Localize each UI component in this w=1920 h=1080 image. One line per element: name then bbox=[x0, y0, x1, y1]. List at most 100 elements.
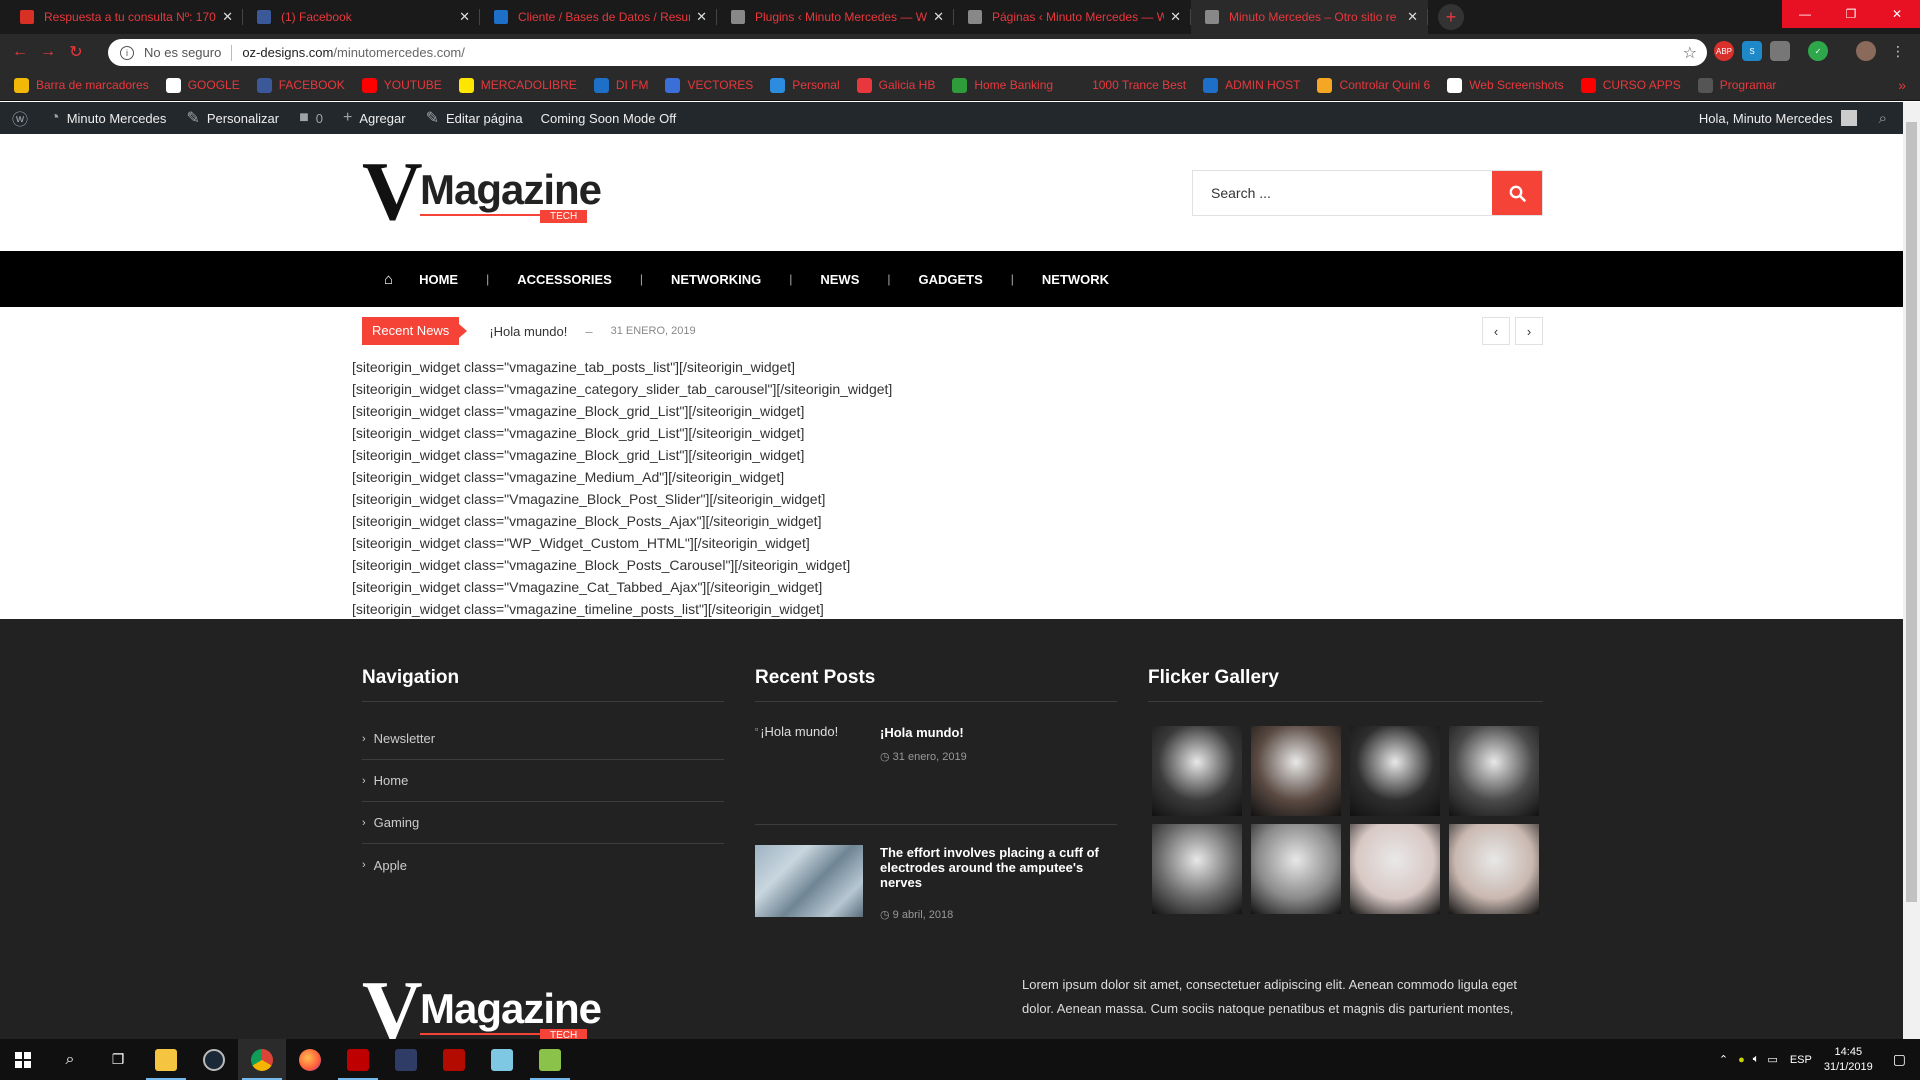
footer-nav-item[interactable]: › Apple bbox=[362, 844, 724, 886]
browser-tab[interactable]: (1) Facebook ✕ bbox=[243, 0, 480, 34]
bookmark-item[interactable]: Programar bbox=[1697, 77, 1776, 93]
gallery-thumbnail[interactable] bbox=[1350, 824, 1440, 914]
post-title[interactable]: ¡Hola mundo! bbox=[880, 722, 967, 740]
bookmark-item[interactable]: Controlar Quini 6 bbox=[1317, 77, 1430, 93]
extension-icon[interactable] bbox=[1770, 41, 1790, 61]
browser-tab[interactable]: Respuesta a tu consulta Nº: 1700 ✕ bbox=[6, 0, 243, 34]
gallery-thumbnail[interactable] bbox=[1152, 824, 1242, 914]
post-thumbnail[interactable] bbox=[755, 845, 863, 917]
browser-tab[interactable]: Minuto Mercedes – Otro sitio re ✕ bbox=[1191, 0, 1428, 34]
search-icon[interactable]: ⌕ bbox=[46, 1039, 94, 1080]
chrome-icon[interactable] bbox=[238, 1039, 286, 1080]
reload-icon[interactable]: ↻ bbox=[62, 42, 90, 62]
wp-coming-soon[interactable]: Coming Soon Mode Off bbox=[541, 111, 677, 126]
wp-edit-page[interactable]: ✎ Editar página bbox=[426, 108, 523, 128]
post-title[interactable]: The effort involves placing a cuff of el… bbox=[880, 845, 1117, 890]
nav-item-accessories[interactable]: ACCESSORIES bbox=[517, 272, 612, 287]
check-extension-icon[interactable]: ✓ bbox=[1808, 41, 1828, 61]
close-tab-icon[interactable]: ✕ bbox=[1170, 9, 1181, 25]
back-icon[interactable]: ← bbox=[6, 43, 34, 61]
bookmark-item[interactable]: FACEBOOK bbox=[256, 77, 345, 93]
language-indicator[interactable]: ESP bbox=[1790, 1054, 1812, 1066]
gallery-thumbnail[interactable] bbox=[1449, 824, 1539, 914]
home-icon[interactable]: ⌂ bbox=[384, 271, 393, 288]
page-scrollbar[interactable] bbox=[1903, 102, 1920, 1039]
bookmark-item[interactable]: 1000 Trance Best bbox=[1070, 77, 1186, 93]
notifications-icon[interactable]: ▢ bbox=[1893, 1051, 1906, 1068]
bookmark-item[interactable]: YOUTUBE bbox=[361, 77, 442, 93]
bookmark-item[interactable]: MERCADOLIBRE bbox=[458, 77, 577, 93]
post-thumbnail[interactable]: ▫ ¡Hola mundo! bbox=[755, 722, 863, 794]
clock[interactable]: 14:45 31/1/2019 bbox=[1824, 1045, 1873, 1075]
gallery-thumbnail[interactable] bbox=[1251, 824, 1341, 914]
bookmark-item[interactable]: Personal bbox=[770, 77, 840, 93]
nav-item-home[interactable]: HOME bbox=[419, 272, 458, 287]
network-icon[interactable]: ▭ bbox=[1767, 1053, 1777, 1066]
info-icon[interactable]: i bbox=[120, 45, 134, 60]
restore-button[interactable]: ❐ bbox=[1828, 0, 1874, 28]
notes-icon[interactable] bbox=[478, 1039, 526, 1080]
new-tab-button[interactable]: + bbox=[1438, 4, 1464, 30]
bookmark-item[interactable]: GOOGLE bbox=[165, 77, 240, 93]
bookmark-item[interactable]: Web Screenshots bbox=[1447, 77, 1564, 93]
wp-site-name[interactable]: ◔ Minuto Mercedes bbox=[50, 109, 166, 127]
close-tab-icon[interactable]: ✕ bbox=[222, 9, 233, 25]
footer-nav-item[interactable]: › Gaming bbox=[362, 802, 724, 844]
nav-item-gadgets[interactable]: GADGETS bbox=[918, 272, 982, 287]
browser-tab[interactable]: Páginas ‹ Minuto Mercedes — W ✕ bbox=[954, 0, 1191, 34]
bookmark-item[interactable]: Barra de marcadores bbox=[14, 77, 149, 93]
bookmark-star-icon[interactable]: ☆ bbox=[1683, 43, 1697, 63]
browser-tab[interactable]: Plugins ‹ Minuto Mercedes — W ✕ bbox=[717, 0, 954, 34]
chevron-left-icon[interactable]: ‹ bbox=[1482, 317, 1510, 345]
ticker-headline[interactable]: ¡Hola mundo! bbox=[489, 324, 567, 339]
pdf-icon[interactable] bbox=[430, 1039, 478, 1080]
gallery-thumbnail[interactable] bbox=[1152, 726, 1242, 816]
gallery-thumbnail[interactable] bbox=[1350, 726, 1440, 816]
gallery-thumbnail[interactable] bbox=[1251, 726, 1341, 816]
close-tab-icon[interactable]: ✕ bbox=[933, 9, 944, 25]
tray-app-icon[interactable]: ● bbox=[1738, 1054, 1745, 1066]
speaker-icon[interactable]: 🔈︎ bbox=[1753, 1053, 1760, 1066]
wp-add-new[interactable]: + Agregar bbox=[343, 109, 406, 127]
gallery-thumbnail[interactable] bbox=[1449, 726, 1539, 816]
bookmark-item[interactable]: Home Banking bbox=[952, 77, 1053, 93]
nav-item-news[interactable]: NEWS bbox=[820, 272, 859, 287]
bookmark-item[interactable]: Galicia HB bbox=[856, 77, 935, 93]
chevron-right-icon[interactable]: › bbox=[1515, 317, 1543, 345]
search-icon[interactable]: ⌕ bbox=[1879, 110, 1887, 127]
url-bar[interactable]: i No es seguro oz-designs.com /minutomer… bbox=[108, 39, 1707, 66]
list-item[interactable]: The effort involves placing a cuff of el… bbox=[755, 845, 1117, 921]
minimize-button[interactable]: — bbox=[1782, 0, 1828, 28]
close-tab-icon[interactable]: ✕ bbox=[1407, 9, 1418, 25]
adblock-extension-icon[interactable]: ABP bbox=[1714, 41, 1734, 61]
app-icon[interactable] bbox=[382, 1039, 430, 1080]
notepad-icon[interactable] bbox=[526, 1039, 574, 1080]
file-explorer-icon[interactable] bbox=[142, 1039, 190, 1080]
nav-item-networking[interactable]: NETWORKING bbox=[671, 272, 761, 287]
nav-item-network[interactable]: NETWORK bbox=[1042, 272, 1109, 287]
close-window-button[interactable]: ✕ bbox=[1874, 0, 1920, 28]
list-item[interactable]: ▫ ¡Hola mundo! ¡Hola mundo! ◷ 31 enero, 2… bbox=[755, 722, 1117, 825]
more-bookmarks-icon[interactable]: » bbox=[1898, 77, 1906, 93]
forward-icon[interactable]: → bbox=[34, 43, 62, 61]
menu-dots-icon[interactable]: ⋮ bbox=[1888, 41, 1908, 61]
close-tab-icon[interactable]: ✕ bbox=[459, 9, 470, 25]
site-logo[interactable]: V Magazine TECH bbox=[362, 150, 602, 234]
wordpress-logo-icon[interactable]: ⓦ bbox=[12, 106, 28, 130]
wp-account[interactable]: Hola, Minuto Mercedes ⌕ bbox=[1699, 110, 1887, 127]
profile-avatar[interactable] bbox=[1856, 41, 1876, 61]
bookmark-item[interactable]: VECTORES bbox=[665, 77, 753, 93]
footer-nav-item[interactable]: › Newsletter bbox=[362, 718, 724, 760]
scrollbar-thumb[interactable] bbox=[1906, 122, 1917, 902]
bookmark-item[interactable]: CURSO APPS bbox=[1580, 77, 1681, 93]
wp-customize[interactable]: ✎ Personalizar bbox=[186, 108, 279, 128]
task-view-icon[interactable]: ❐ bbox=[94, 1039, 142, 1080]
wp-comments[interactable]: ■ 0 bbox=[299, 109, 323, 127]
bookmark-item[interactable]: DI FM bbox=[593, 77, 648, 93]
extension-icon[interactable]: S bbox=[1742, 41, 1762, 61]
close-tab-icon[interactable]: ✕ bbox=[696, 9, 707, 25]
search-button[interactable] bbox=[1492, 171, 1542, 215]
footer-logo[interactable]: V Magazine TECH bbox=[362, 969, 602, 1039]
firefox-icon[interactable] bbox=[286, 1039, 334, 1080]
steam-icon[interactable] bbox=[190, 1039, 238, 1080]
